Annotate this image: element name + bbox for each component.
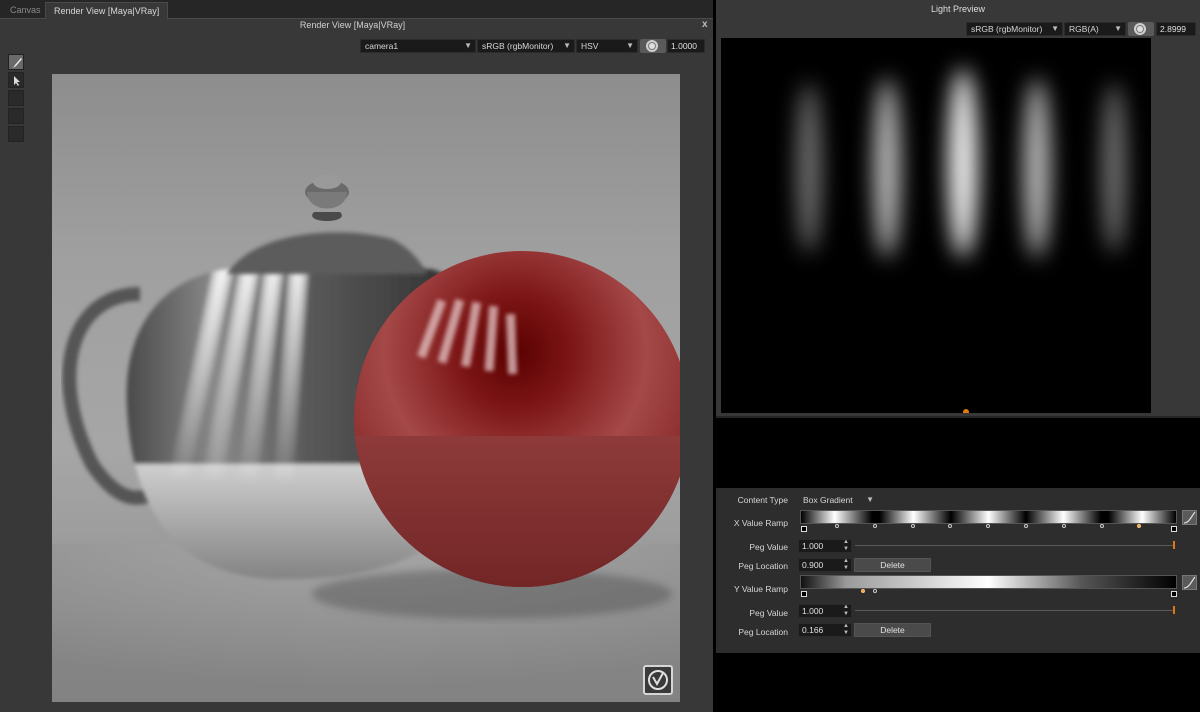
y-ramp-peg[interactable] [873,589,877,593]
exposure-icon[interactable] [640,39,666,53]
chevron-down-icon: ▼ [1114,24,1122,33]
x-peg-value: 1.000 [802,541,824,551]
y-peg-value: 1.000 [802,606,824,616]
color-space-dropdown[interactable]: sRGB (rgbMonitor) ▼ [477,39,575,53]
vray-logo-icon [643,665,673,695]
close-icon[interactable]: x [702,19,708,30]
channel-dropdown[interactable]: HSV ▼ [576,39,638,53]
preview-exposure-field[interactable]: 2.8999 [1156,22,1196,36]
x-peg-value-field[interactable]: 1.000 ▲ ▼ [798,539,852,553]
preview-color-space-value: sRGB (rgbMonitor) [971,24,1043,34]
camera-value: camera1 [365,41,399,51]
chevron-down-icon: ▼ [464,41,472,50]
content-type-dropdown[interactable]: Box Gradient ▼ [798,493,878,507]
brush-tool-icon[interactable] [8,54,24,70]
x-ramp-peg[interactable] [1062,524,1066,528]
light-preview-panel: Light Preview sRGB (rgbMonitor) ▼ RGB(A) ▼… [716,0,1200,418]
y-delete-button[interactable]: Delete [854,623,931,637]
tab-canvas[interactable]: Canvas [2,2,49,19]
x-ramp-peg[interactable] [873,524,877,528]
light-preview-canvas[interactable] [721,38,1151,413]
gradient-properties-panel: Content Type Box Gradient ▼ X Value Ramp … [716,488,1200,653]
content-type-value: Box Gradient [803,495,853,505]
render-view-title: Render View [Maya|VRay] [299,20,406,30]
y-peg-location-field[interactable]: 0.166 ▲ ▼ [798,623,852,637]
y-ramp-peg-selected[interactable] [861,589,865,593]
spin-up-icon[interactable]: ▲ [843,558,849,564]
x-ramp-peg[interactable] [986,524,990,528]
chevron-down-icon: ▼ [1051,24,1059,33]
preview-color-space-dropdown[interactable]: sRGB (rgbMonitor) ▼ [966,22,1063,36]
x-peg-location-field[interactable]: 0.900 ▲ ▼ [798,558,852,572]
tab-bar: Canvas Render View [Maya|VRay] [0,0,713,19]
x-peg-location: 0.900 [802,560,824,570]
y-peg-value-label: Peg Value [749,608,788,618]
x-ramp-start-peg[interactable] [801,526,807,532]
spin-up-icon[interactable]: ▲ [843,623,849,629]
x-peg-value-slider-handle[interactable] [1173,541,1175,549]
channel-value: HSV [581,41,599,51]
x-peg-value-label: Peg Value [749,542,788,552]
x-ramp-peg[interactable] [1024,524,1028,528]
y-value-ramp-label: Y Value Ramp [733,584,788,594]
render-view-panel: Canvas Render View [Maya|VRay] Render Vi… [0,0,713,712]
x-ramp-peg[interactable] [911,524,915,528]
tool-slot-5-icon[interactable] [8,126,24,142]
x-value-ramp-label: X Value Ramp [733,518,788,528]
tool-strip [8,54,24,144]
light-preview-image [776,38,1151,413]
render-image[interactable] [52,74,680,702]
ramp-curve-icon[interactable] [1182,510,1197,525]
y-peg-location-label: Peg Location [738,627,788,637]
x-delete-button[interactable]: Delete [854,558,931,572]
light-preview-title: Light Preview [930,4,986,14]
y-peg-value-field[interactable]: 1.000 ▲ ▼ [798,604,852,618]
preview-channel-dropdown[interactable]: RGB(A) ▼ [1064,22,1126,36]
spin-down-icon[interactable]: ▼ [843,565,849,571]
chevron-down-icon: ▼ [563,41,571,50]
spin-down-icon[interactable]: ▼ [843,546,849,552]
x-peg-value-slider[interactable] [855,545,1175,546]
preview-channel-value: RGB(A) [1069,24,1099,34]
color-space-value: sRGB (rgbMonitor) [482,41,554,51]
spin-up-icon[interactable]: ▲ [843,604,849,610]
tab-render-view[interactable]: Render View [Maya|VRay] [45,2,169,19]
tool-slot-3-icon[interactable] [8,90,24,106]
y-peg-value-slider[interactable] [855,610,1175,611]
x-ramp-peg-selected[interactable] [1137,524,1141,528]
x-peg-location-label: Peg Location [738,561,788,571]
x-value-ramp[interactable] [800,510,1177,524]
tool-slot-4-icon[interactable] [8,108,24,124]
y-value-ramp[interactable] [800,575,1177,589]
y-peg-value-slider-handle[interactable] [1173,606,1175,614]
spin-down-icon[interactable]: ▼ [843,611,849,617]
spin-up-icon[interactable]: ▲ [843,539,849,545]
x-ramp-peg[interactable] [835,524,839,528]
preview-exposure-icon[interactable] [1128,22,1154,36]
ramp-curve-icon[interactable] [1182,575,1197,590]
x-ramp-peg[interactable] [948,524,952,528]
x-ramp-end-peg[interactable] [1171,526,1177,532]
y-ramp-end-peg[interactable] [1171,591,1177,597]
select-arrow-icon[interactable] [8,72,24,88]
spin-down-icon[interactable]: ▼ [843,630,849,636]
render-illustration [52,175,680,702]
camera-dropdown[interactable]: camera1 ▼ [360,39,476,53]
x-ramp-peg[interactable] [1100,524,1104,528]
exposure-field[interactable]: 1.0000 [667,39,705,53]
chevron-down-icon: ▼ [866,495,874,504]
y-ramp-start-peg[interactable] [801,591,807,597]
chevron-down-icon: ▼ [626,41,634,50]
content-type-label: Content Type [737,495,788,505]
y-peg-location: 0.166 [802,625,824,635]
